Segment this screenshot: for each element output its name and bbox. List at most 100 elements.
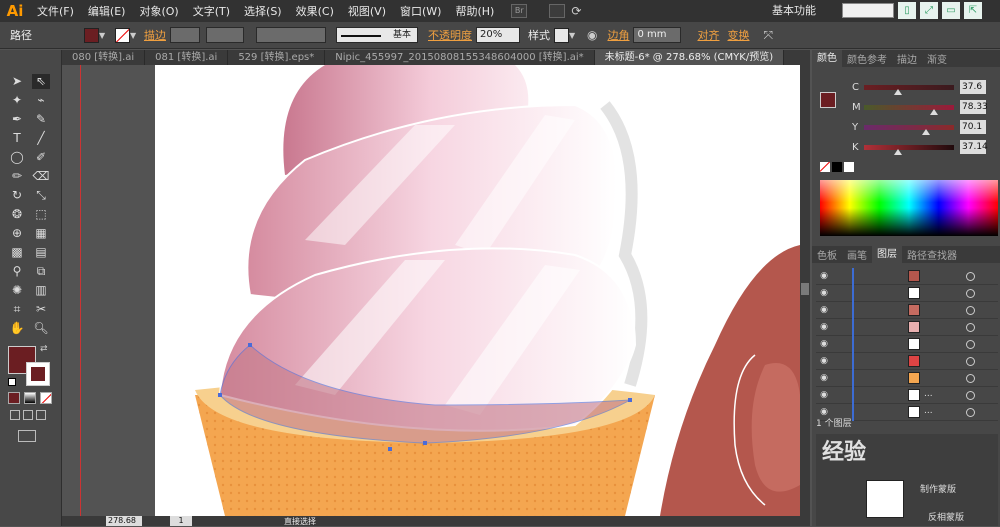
invert-mask-checkbox[interactable]: 反相蒙版	[928, 510, 964, 523]
type-tool-icon[interactable]: T	[8, 131, 26, 146]
graphic-style-swatch[interactable]	[554, 27, 569, 43]
eraser-tool-icon[interactable]: ⌫	[32, 169, 50, 184]
eye-icon[interactable]: ◉	[816, 356, 832, 366]
search-input[interactable]	[842, 3, 894, 18]
layer-row[interactable]: ◉...	[816, 387, 998, 404]
magenta-value[interactable]: 78.33	[960, 100, 988, 114]
expand-icon[interactable]: ⤢	[920, 2, 938, 19]
target-icon[interactable]	[966, 272, 975, 281]
target-icon[interactable]	[966, 306, 975, 315]
perspective-grid-tool-icon[interactable]: ▦	[32, 226, 50, 241]
swap-colors-icon[interactable]: ⇄	[40, 344, 48, 354]
cyan-slider[interactable]	[864, 84, 954, 95]
artboard-tool-icon[interactable]: ⌗	[8, 302, 26, 317]
layer-row[interactable]: ◉	[816, 370, 998, 387]
black-value[interactable]: 37.14	[960, 140, 988, 154]
gradient-mode-icon[interactable]	[24, 392, 36, 404]
slice-tool-icon[interactable]: ✂	[32, 302, 50, 317]
ellipse-tool-icon[interactable]: ◯	[8, 150, 26, 165]
menu-help[interactable]: 帮助(H)	[448, 3, 501, 19]
arrange-documents-icon[interactable]	[549, 4, 566, 18]
menu-effect[interactable]: 效果(C)	[289, 3, 341, 19]
tab-brushes[interactable]: 画笔	[842, 247, 872, 262]
color-spectrum[interactable]	[820, 180, 998, 236]
yellow-slider[interactable]	[864, 124, 954, 135]
tab-untitled-6[interactable]: 未标题-6* @ 278.68% (CMYK/预览)	[594, 50, 785, 65]
layer-row[interactable]: ◉	[816, 302, 998, 319]
align-link[interactable]: 对齐	[697, 27, 719, 43]
curvature-tool-icon[interactable]: ✎	[32, 112, 50, 127]
pen-tool-icon[interactable]: ✒	[8, 112, 26, 127]
opacity-field[interactable]: 20%	[476, 27, 520, 43]
line-tool-icon[interactable]: ╱	[32, 131, 50, 146]
shape-builder-tool-icon[interactable]: ⊕	[8, 226, 26, 241]
eye-icon[interactable]: ◉	[816, 373, 832, 383]
yellow-value[interactable]: 70.1	[960, 120, 986, 134]
screen-mode-icon[interactable]	[18, 430, 36, 442]
target-icon[interactable]	[966, 323, 975, 332]
eyedropper-tool-icon[interactable]: ⚲	[8, 264, 26, 279]
artboard[interactable]	[155, 65, 800, 516]
stroke-weight-field[interactable]	[170, 27, 200, 43]
graph-tool-icon[interactable]: ▥	[32, 283, 50, 298]
menu-edit[interactable]: 编辑(E)	[81, 3, 133, 19]
tab-color[interactable]: 颜色	[812, 50, 842, 67]
eye-icon[interactable]: ◉	[816, 322, 832, 332]
direct-selection-tool-icon[interactable]: ⇖	[32, 74, 50, 89]
bridge-button[interactable]: Br	[511, 4, 528, 18]
target-icon[interactable]	[966, 408, 975, 417]
black-color-icon[interactable]	[832, 162, 842, 172]
draw-normal-icon[interactable]	[10, 410, 20, 420]
layer-row[interactable]: ◉	[816, 353, 998, 370]
artboard-number-field[interactable]: 1	[170, 516, 192, 526]
target-icon[interactable]	[966, 357, 975, 366]
scrollbar-thumb[interactable]	[801, 283, 809, 295]
eye-icon[interactable]: ◉	[816, 339, 832, 349]
cyan-value[interactable]: 37.6	[960, 80, 986, 94]
variable-width-field[interactable]	[206, 27, 244, 43]
target-icon[interactable]	[966, 391, 975, 400]
corner-link[interactable]: 边角	[607, 27, 629, 43]
ice-cream-artwork[interactable]	[155, 65, 800, 516]
share-icon[interactable]: ⇱	[964, 2, 982, 19]
tab-stroke[interactable]: 描边	[892, 51, 922, 66]
menu-window[interactable]: 窗口(W)	[393, 3, 448, 19]
magenta-slider[interactable]	[864, 104, 954, 115]
eye-icon[interactable]: ◉	[816, 390, 832, 400]
menu-select[interactable]: 选择(S)	[237, 3, 289, 19]
lasso-tool-icon[interactable]: ⌁	[32, 93, 50, 108]
tab-color-guide[interactable]: 颜色参考	[842, 51, 892, 66]
eye-icon[interactable]: ◉	[816, 305, 832, 315]
mask-thumbnail[interactable]	[866, 480, 904, 518]
canvas-area[interactable]	[62, 65, 810, 516]
tab-529[interactable]: 529 [转换].eps*	[228, 50, 326, 65]
scale-tool-icon[interactable]: ⤡	[32, 188, 50, 203]
blend-tool-icon[interactable]: ⧉	[32, 264, 50, 279]
target-icon[interactable]	[966, 340, 975, 349]
pencil-tool-icon[interactable]: ✏	[8, 169, 26, 184]
layer-row[interactable]: ◉	[816, 336, 998, 353]
menu-view[interactable]: 视图(V)	[341, 3, 393, 19]
stroke-link[interactable]: 描边	[144, 27, 166, 43]
hand-tool-icon[interactable]: ✋	[8, 321, 26, 336]
brush-definition-dropdown[interactable]: 基本	[336, 27, 418, 43]
panel-fill-swatch[interactable]	[820, 92, 836, 108]
draw-inside-icon[interactable]	[36, 410, 46, 420]
free-transform-tool-icon[interactable]: ⬚	[32, 207, 50, 222]
menu-type[interactable]: 文字(T)	[186, 3, 237, 19]
target-icon[interactable]	[966, 289, 975, 298]
zoom-field[interactable]: 278.68	[106, 516, 142, 526]
tab-swatches[interactable]: 色板	[812, 247, 842, 262]
tab-pathfinder[interactable]: 路径查找器	[902, 247, 962, 262]
eye-icon[interactable]: ◉	[816, 271, 832, 281]
warp-tool-icon[interactable]: ❂	[8, 207, 26, 222]
layer-row[interactable]: ◉	[816, 319, 998, 336]
chevron-down-icon[interactable]: ▼	[130, 31, 140, 40]
gradient-tool-icon[interactable]: ▤	[32, 245, 50, 260]
recolor-icon[interactable]: ◉	[587, 28, 597, 42]
opacity-link[interactable]: 不透明度	[428, 27, 472, 43]
black-slider[interactable]	[864, 144, 954, 155]
tab-nipic[interactable]: Nipic_455997_20150808155348604000 [转换].a…	[325, 50, 595, 65]
default-colors-icon[interactable]	[8, 378, 16, 386]
vertical-scrollbar[interactable]	[800, 65, 810, 516]
